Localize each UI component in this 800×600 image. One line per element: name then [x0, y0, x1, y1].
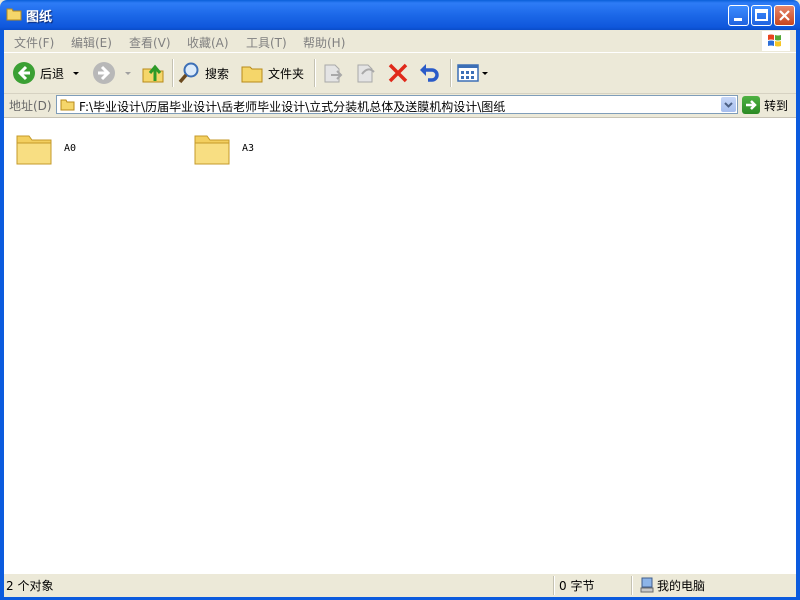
forward-button[interactable] — [92, 59, 134, 87]
folders-label: 文件夹 — [268, 66, 305, 81]
address-dropdown-button[interactable] — [721, 97, 736, 112]
copy-to-icon — [357, 64, 375, 83]
chevron-down-icon[interactable] — [480, 68, 490, 78]
toolbar: 后退 搜索 文件夹 — [4, 53, 796, 94]
menu-view[interactable]: 查看(V) — [129, 34, 171, 51]
toolbar-separator — [314, 59, 316, 87]
back-arrow-icon — [13, 62, 35, 84]
menu-favorites[interactable]: 收藏(A) — [187, 34, 229, 51]
up-folder-icon — [142, 64, 164, 83]
folder-icon — [6, 8, 22, 21]
forward-arrow-icon — [93, 62, 115, 84]
title-bar[interactable]: 图纸 — [0, 0, 800, 30]
status-location: 我的电脑 — [657, 579, 706, 593]
views-button[interactable] — [456, 59, 490, 87]
maximize-icon — [755, 9, 768, 21]
go-button[interactable]: 转到 — [742, 95, 788, 115]
address-bar: 地址(D) F:\毕业设计\历届毕业设计\岳老师毕业设计\立式分装机总体及送膜机… — [4, 94, 796, 116]
explorer-window: 图纸 文件(F) 编辑(E) 查看(V) 收藏(A) 工具(T) 帮助(H) 后… — [0, 0, 800, 600]
address-input[interactable]: F:\毕业设计\历届毕业设计\岳老师毕业设计\立式分装机总体及送膜机构设计\图纸 — [56, 95, 738, 114]
status-size: 0 字节 — [559, 579, 595, 593]
toolbar-separator — [450, 59, 452, 87]
chevron-down-icon[interactable] — [70, 68, 82, 78]
move-to-icon — [324, 64, 343, 83]
chevron-down-icon[interactable] — [122, 68, 134, 78]
status-divider — [553, 576, 555, 595]
folder-item[interactable]: A0 — [14, 128, 76, 168]
maximize-button[interactable] — [751, 5, 772, 26]
go-label: 转到 — [764, 98, 789, 113]
file-list-pane[interactable]: A0 A3 — [4, 117, 796, 573]
folder-icon — [60, 99, 75, 111]
folder-icon — [241, 66, 263, 83]
undo-icon — [420, 64, 439, 82]
views-icon — [457, 64, 479, 82]
chevron-down-icon — [724, 102, 733, 108]
search-button[interactable]: 搜索 — [177, 59, 229, 87]
folders-button[interactable]: 文件夹 — [240, 59, 304, 87]
move-to-button[interactable] — [321, 59, 345, 87]
window-title: 图纸 — [26, 10, 53, 25]
back-button[interactable]: 后退 — [12, 59, 82, 87]
close-button[interactable] — [774, 5, 795, 26]
menu-tools[interactable]: 工具(T) — [246, 34, 287, 51]
address-path: F:\毕业设计\历届毕业设计\岳老师毕业设计\立式分装机总体及送膜机构设计\图纸 — [79, 100, 506, 114]
folder-name: A3 — [242, 142, 255, 154]
status-object-count: 2 个对象 — [6, 579, 54, 593]
menu-bar: 文件(F) 编辑(E) 查看(V) 收藏(A) 工具(T) 帮助(H) — [4, 30, 796, 53]
status-bar: 2 个对象 0 字节 我的电脑 — [4, 573, 796, 597]
search-icon — [178, 62, 199, 84]
close-icon — [779, 10, 790, 21]
address-label: 地址(D) — [9, 99, 52, 113]
toolbar-separator — [172, 59, 174, 87]
minimize-icon — [734, 18, 742, 21]
status-divider — [631, 576, 633, 595]
windows-logo-icon — [762, 31, 790, 51]
menu-edit[interactable]: 编辑(E) — [71, 34, 112, 51]
folder-icon — [16, 135, 52, 165]
folder-name: A0 — [64, 142, 77, 154]
menu-file[interactable]: 文件(F) — [14, 34, 54, 51]
folder-item[interactable]: A3 — [192, 128, 254, 168]
search-label: 搜索 — [205, 66, 230, 81]
up-folder-button[interactable] — [141, 59, 165, 87]
go-arrow-icon — [742, 96, 760, 114]
menu-help[interactable]: 帮助(H) — [303, 34, 345, 51]
copy-to-button[interactable] — [354, 59, 378, 87]
my-computer-icon — [640, 577, 654, 593]
undo-button[interactable] — [417, 59, 441, 87]
window-frame-right — [796, 30, 800, 600]
minimize-button[interactable] — [728, 5, 749, 26]
delete-x-icon — [388, 63, 408, 83]
delete-button[interactable] — [386, 59, 410, 87]
back-label: 后退 — [40, 66, 65, 81]
folder-icon — [194, 135, 230, 165]
